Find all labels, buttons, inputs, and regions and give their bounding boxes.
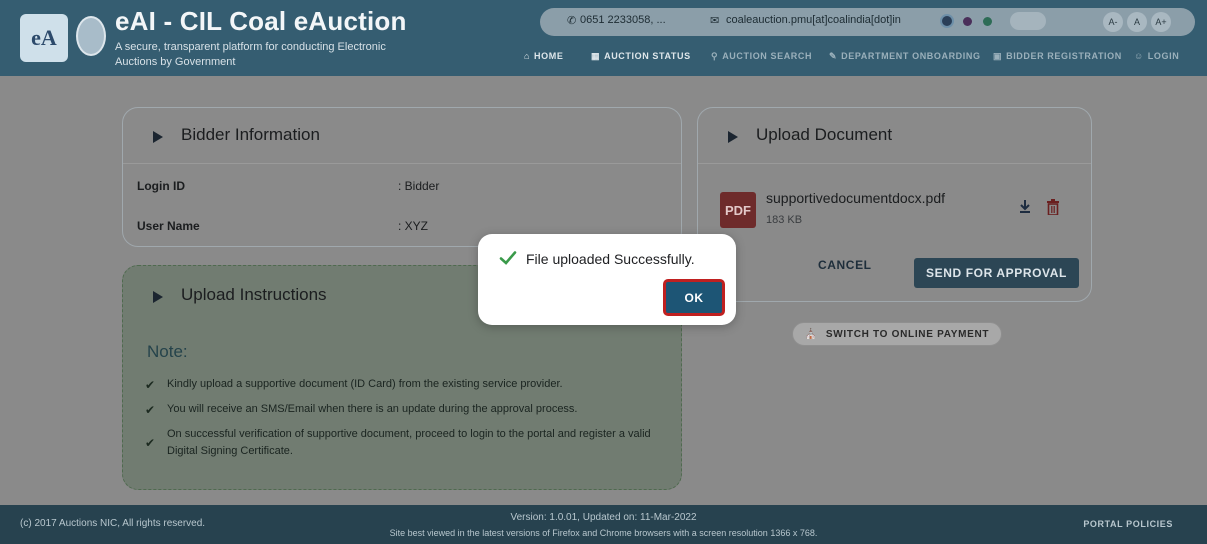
upload-document-title: Upload Document — [756, 125, 893, 144]
site-header: eA eAI - CIL Coal eAuction A secure, tra… — [0, 0, 1207, 76]
bank-icon: ⛪ — [804, 328, 818, 340]
ea-logo[interactable]: eA — [20, 14, 68, 62]
site-subtitle: A secure, transparent platform for condu… — [115, 41, 386, 68]
footer-browser-note: Site best viewed in the latest versions … — [389, 528, 818, 538]
bidder-information-title: Bidder Information — [181, 125, 320, 144]
upload-success-dialog: File uploaded Successfully. OK — [478, 234, 736, 325]
portal-policies-link[interactable]: PORTAL POLICIES — [1083, 519, 1173, 529]
send-for-approval-button[interactable]: SEND FOR APPROVAL — [914, 258, 1079, 288]
id-card-icon: ▣ — [993, 50, 1003, 61]
contrast-toggle[interactable] — [1010, 12, 1046, 30]
cancel-button[interactable]: CANCEL — [818, 258, 872, 272]
file-name: supportivedocumentdocx.pdf — [766, 190, 945, 206]
home-icon: ⌂ — [524, 51, 531, 61]
nav-home[interactable]: ⌂ HOME — [524, 48, 563, 64]
ok-button[interactable]: OK — [663, 279, 725, 316]
instruction-item: On successful verification of supportive… — [167, 428, 651, 457]
phone-icon: ✆ — [567, 15, 577, 27]
download-icon[interactable] — [1019, 200, 1031, 214]
nav-auction-status[interactable]: ▦ AUCTION STATUS — [591, 48, 691, 64]
font-decrease-button[interactable]: A- — [1103, 12, 1123, 32]
pdf-file-icon: PDF — [720, 192, 756, 228]
file-size: 183 KB — [766, 214, 803, 226]
font-increase-button[interactable]: A+ — [1151, 12, 1171, 32]
nav-auction-status-label: AUCTION STATUS — [604, 51, 691, 61]
pen-icon: ✎ — [829, 50, 838, 61]
coal-india-emblem-icon — [76, 16, 106, 56]
theme-dot-green[interactable] — [983, 17, 992, 26]
nav-login-label: LOGIN — [1147, 51, 1180, 61]
upload-document-card: Upload Document PDF supportivedocumentdo… — [697, 107, 1092, 302]
phone-number: 0651 2233058, ... — [580, 14, 666, 26]
delete-icon[interactable] — [1047, 199, 1059, 215]
switch-to-online-payment-button[interactable]: ⛪ SWITCH TO ONLINE PAYMENT — [792, 322, 1002, 346]
check-icon: ✔ — [145, 403, 156, 417]
status-icon: ▦ — [591, 50, 601, 61]
nav-home-label: HOME — [534, 51, 564, 61]
nav-auction-search-label: AUCTION SEARCH — [722, 51, 813, 61]
expand-arrow-icon — [153, 291, 163, 303]
user-name-label: User Name — [137, 219, 200, 233]
theme-dot-blue[interactable] — [940, 14, 954, 28]
email-address: coaleauction.pmu[at]coalindia[dot]in — [726, 14, 901, 26]
theme-dot-purple[interactable] — [963, 17, 972, 26]
expand-arrow-icon — [728, 131, 738, 143]
nav-department-onboarding[interactable]: ✎ DEPARTMENT ONBOARDING — [829, 48, 981, 64]
check-icon: ✔ — [145, 378, 156, 392]
expand-arrow-icon — [153, 131, 163, 143]
email-icon: ✉ — [710, 15, 720, 27]
bidder-information-card: Bidder Information Login ID : Bidder Use… — [122, 107, 682, 247]
user-name-value: : XYZ — [398, 219, 429, 233]
instruction-item: You will receive an SMS/Email when there… — [167, 403, 578, 415]
instruction-item: Kindly upload a supportive document (ID … — [167, 378, 563, 390]
upload-instructions-title: Upload Instructions — [181, 285, 327, 304]
nav-bidder-registration[interactable]: ▣ BIDDER REGISTRATION — [993, 48, 1122, 64]
upload-document-header[interactable]: Upload Document — [698, 108, 1091, 164]
login-id-value: : Bidder — [398, 179, 440, 193]
font-normal-button[interactable]: A — [1127, 12, 1147, 32]
bidder-information-header[interactable]: Bidder Information — [123, 108, 681, 164]
check-icon: ✔ — [145, 436, 156, 450]
note-heading: Note: — [147, 342, 188, 361]
nav-bidder-registration-label: BIDDER REGISTRATION — [1006, 51, 1122, 61]
site-footer: (c) 2017 Auctions NIC, All rights reserv… — [0, 505, 1207, 544]
site-title: eAI - CIL Coal eAuction — [115, 6, 407, 36]
success-check-icon — [499, 251, 517, 265]
search-icon: ⚲ — [711, 50, 719, 61]
switch-to-online-payment-label: SWITCH TO ONLINE PAYMENT — [825, 328, 990, 340]
nav-login[interactable]: ☺ LOGIN — [1134, 48, 1179, 64]
nav-auction-search[interactable]: ⚲ AUCTION SEARCH — [711, 48, 812, 64]
nav-department-onboarding-label: DEPARTMENT ONBOARDING — [841, 51, 981, 61]
footer-version: Version: 1.0.01, Updated on: 11-Mar-2022 — [510, 512, 697, 523]
user-icon: ☺ — [1134, 51, 1144, 61]
login-id-label: Login ID — [137, 179, 185, 193]
dialog-message: File uploaded Successfully. — [526, 251, 695, 267]
